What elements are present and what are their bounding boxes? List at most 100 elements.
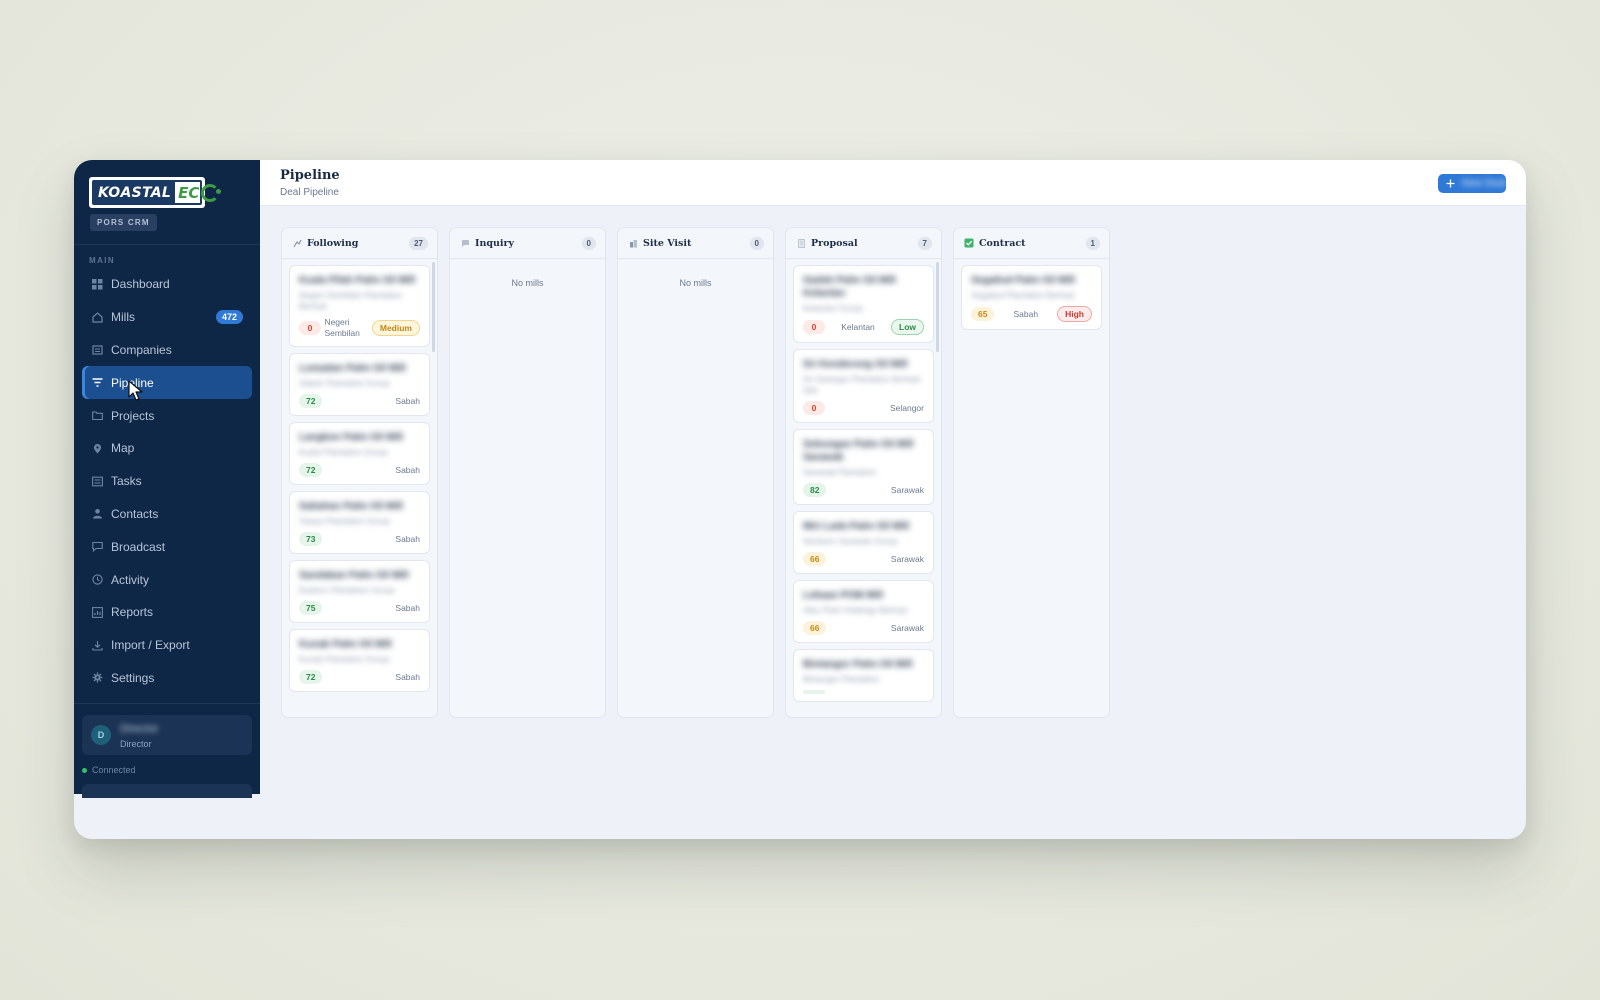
sidebar-item-pipeline[interactable]: Pipeline <box>82 366 252 400</box>
priority-badge: Medium <box>371 320 420 336</box>
score-badge: 0 <box>299 321 321 335</box>
column-site-visit: Site Visit 0 No mills <box>617 227 774 718</box>
user-name: Director <box>120 723 159 735</box>
deal-title: Segaliud Palm Oil Mill <box>971 275 1075 286</box>
sidebar-item-activity[interactable]: Activity <box>82 563 252 596</box>
card-footer: 75 Sabah <box>299 601 420 615</box>
sidebar-item-companies[interactable]: Companies <box>82 334 252 367</box>
card-footer: 72 Sabah <box>299 394 420 408</box>
top-bar: Pipeline Deal Pipeline New Deal <box>260 160 1526 206</box>
sidebar-item-broadcast[interactable]: Broadcast <box>82 530 252 563</box>
filter-icon <box>91 377 103 389</box>
sidebar-item-mills[interactable]: Mills 472 <box>82 301 252 334</box>
user-profile[interactable]: D Director Director <box>82 715 252 755</box>
column-header: Contract 1 <box>954 228 1109 259</box>
sidebar-divider <box>74 244 260 245</box>
deal-card[interactable]: Sebungan Palm Oil Mill Sarawak Sarawak Pl… <box>793 429 934 505</box>
card-footer: 65 Sabah High <box>971 306 1092 322</box>
sidebar-item-label: Contacts <box>111 506 159 521</box>
column-body: Segaliud Palm Oil Mill Segaliud Plantatio… <box>954 259 1109 342</box>
deal-card[interactable]: Bintangor Palm Oil Mill Bintangor Plantat… <box>793 649 934 702</box>
card-footer: 72 Sabah <box>299 463 420 477</box>
deal-card[interactable]: Sri Kenderong Oil Mill Sri Selangor Plant… <box>793 349 934 423</box>
card-footer <box>803 690 924 694</box>
deal-title: Sandakan Palm Oil Mill <box>299 570 409 581</box>
sidebar-item-label: Broadcast <box>111 539 166 554</box>
sidebar-item-dashboard[interactable]: Dashboard <box>82 268 252 301</box>
sidebar-item-label: Mills <box>111 310 135 325</box>
sidebar-item-label: Import / Export <box>111 638 190 653</box>
column-scrollbar[interactable] <box>432 262 435 352</box>
column-title: Site Visit <box>643 237 692 249</box>
card-footer: 0 Negeri Sembilan Medium <box>299 317 420 339</box>
deal-card[interactable]: Kunak Palm Oil Mill Kunak Plantation Grou… <box>289 629 430 692</box>
logo-text-koastal: KOASTAL <box>94 182 176 203</box>
deal-card[interactable]: Gadek Palm Oil Mill Kelantan Kelantan Gro… <box>793 265 934 343</box>
region-label: Sabah <box>395 533 420 544</box>
deal-title: Langkon Palm Oil Mill <box>299 432 403 443</box>
deal-card[interactable]: Sandakan Palm Oil Mill Eastern Plantation… <box>289 560 430 623</box>
column-scrollbar[interactable] <box>936 262 939 352</box>
sidebar-item-tasks[interactable]: Tasks <box>82 465 252 498</box>
region-label: Sabah <box>395 464 420 475</box>
avatar: D <box>91 725 111 745</box>
clock-icon <box>91 574 103 586</box>
region-label: Sabah <box>395 602 420 613</box>
user-icon <box>91 508 103 520</box>
deal-company: Sri Selangor Plantation Berhad Sdn <box>803 374 920 395</box>
sidebar-item-label: Tasks <box>111 474 142 489</box>
column-body: No mills <box>450 259 605 294</box>
sidebar-footer-button[interactable] <box>82 784 252 798</box>
score-badge: 82 <box>803 483 827 497</box>
card-footer: 0 Kelantan Low <box>803 319 924 335</box>
sidebar-item-reports[interactable]: Reports <box>82 596 252 629</box>
deal-card[interactable]: Lumadan Palm Oil Mill Sabah Plantation Gr… <box>289 353 430 416</box>
column-body: Gadek Palm Oil Mill Kelantan Kelantan Gro… <box>786 259 941 714</box>
column-count-badge: 27 <box>409 237 428 250</box>
sidebar-item-map[interactable]: Map <box>82 432 252 465</box>
region-label: Sarawak <box>890 622 924 633</box>
sidebar: KOASTAL EC PORS CRM MAIN Dashboard Mills 4… <box>74 160 260 798</box>
sidebar-nav: Dashboard Mills 472 Companies Pipeline Projec… <box>82 268 252 694</box>
stage-icon <box>964 238 974 248</box>
home-icon <box>91 311 103 323</box>
connection-label: Connected <box>92 765 136 775</box>
column-count-badge: 0 <box>581 237 596 250</box>
brand-logo[interactable]: KOASTAL EC <box>89 177 222 208</box>
deal-company: Bintangor Plantation <box>803 674 880 684</box>
sidebar-item-settings[interactable]: Settings <box>82 662 252 695</box>
list-icon <box>91 475 103 487</box>
deal-title: Gadek Palm Oil Mill Kelantan <box>803 275 896 299</box>
column-following: Following 27 Kuala Pilah Palm Oil Mill Nege… <box>281 227 438 718</box>
score-badge: 73 <box>299 532 323 546</box>
column-header: Following 27 <box>282 228 437 259</box>
deal-title: Sebungan Palm Oil Mill Sarawak <box>803 439 914 463</box>
deal-card[interactable]: Miri Lada Palm Oil Mill Northern Sarawak … <box>793 511 934 574</box>
deal-company: Sarawak Plantation <box>803 467 877 477</box>
score-badge: 0 <box>803 320 825 334</box>
gear-icon <box>91 672 103 684</box>
deal-card[interactable]: Langkon Palm Oil Mill Kudat Plantation Gr… <box>289 422 430 485</box>
deal-title: Sri Kenderong Oil Mill <box>803 359 908 370</box>
card-footer: 66 Sarawak <box>803 552 924 566</box>
deal-company: Northern Sarawak Group <box>803 536 898 546</box>
sidebar-item-import-export[interactable]: Import / Export <box>82 629 252 662</box>
message-icon <box>91 541 103 553</box>
deal-card[interactable]: Segaliud Palm Oil Mill Segaliud Plantatio… <box>961 265 1102 330</box>
deal-company: Sibu Palm Holdings Berhad <box>803 605 907 615</box>
column-title: Inquiry <box>475 237 515 249</box>
chart-icon <box>91 606 103 618</box>
download-icon <box>91 639 103 651</box>
sidebar-item-projects[interactable]: Projects <box>82 399 252 432</box>
stage-icon <box>460 238 470 248</box>
score-badge: 65 <box>971 307 995 321</box>
stage-icon <box>292 238 302 248</box>
sidebar-item-label: Projects <box>111 408 155 423</box>
deal-card[interactable]: Sabahan Palm Oil Mill Tawau Plantation Gr… <box>289 491 430 554</box>
sidebar-item-label: Dashboard <box>111 277 170 292</box>
user-role: Director <box>120 739 152 749</box>
deal-card[interactable]: Lebaan POM Mill Sibu Palm Holdings Berhad… <box>793 580 934 643</box>
new-deal-button[interactable]: New Deal <box>1438 174 1506 193</box>
sidebar-item-contacts[interactable]: Contacts <box>82 498 252 531</box>
deal-card[interactable]: Kuala Pilah Palm Oil Mill Negeri Sembilan… <box>289 265 430 347</box>
